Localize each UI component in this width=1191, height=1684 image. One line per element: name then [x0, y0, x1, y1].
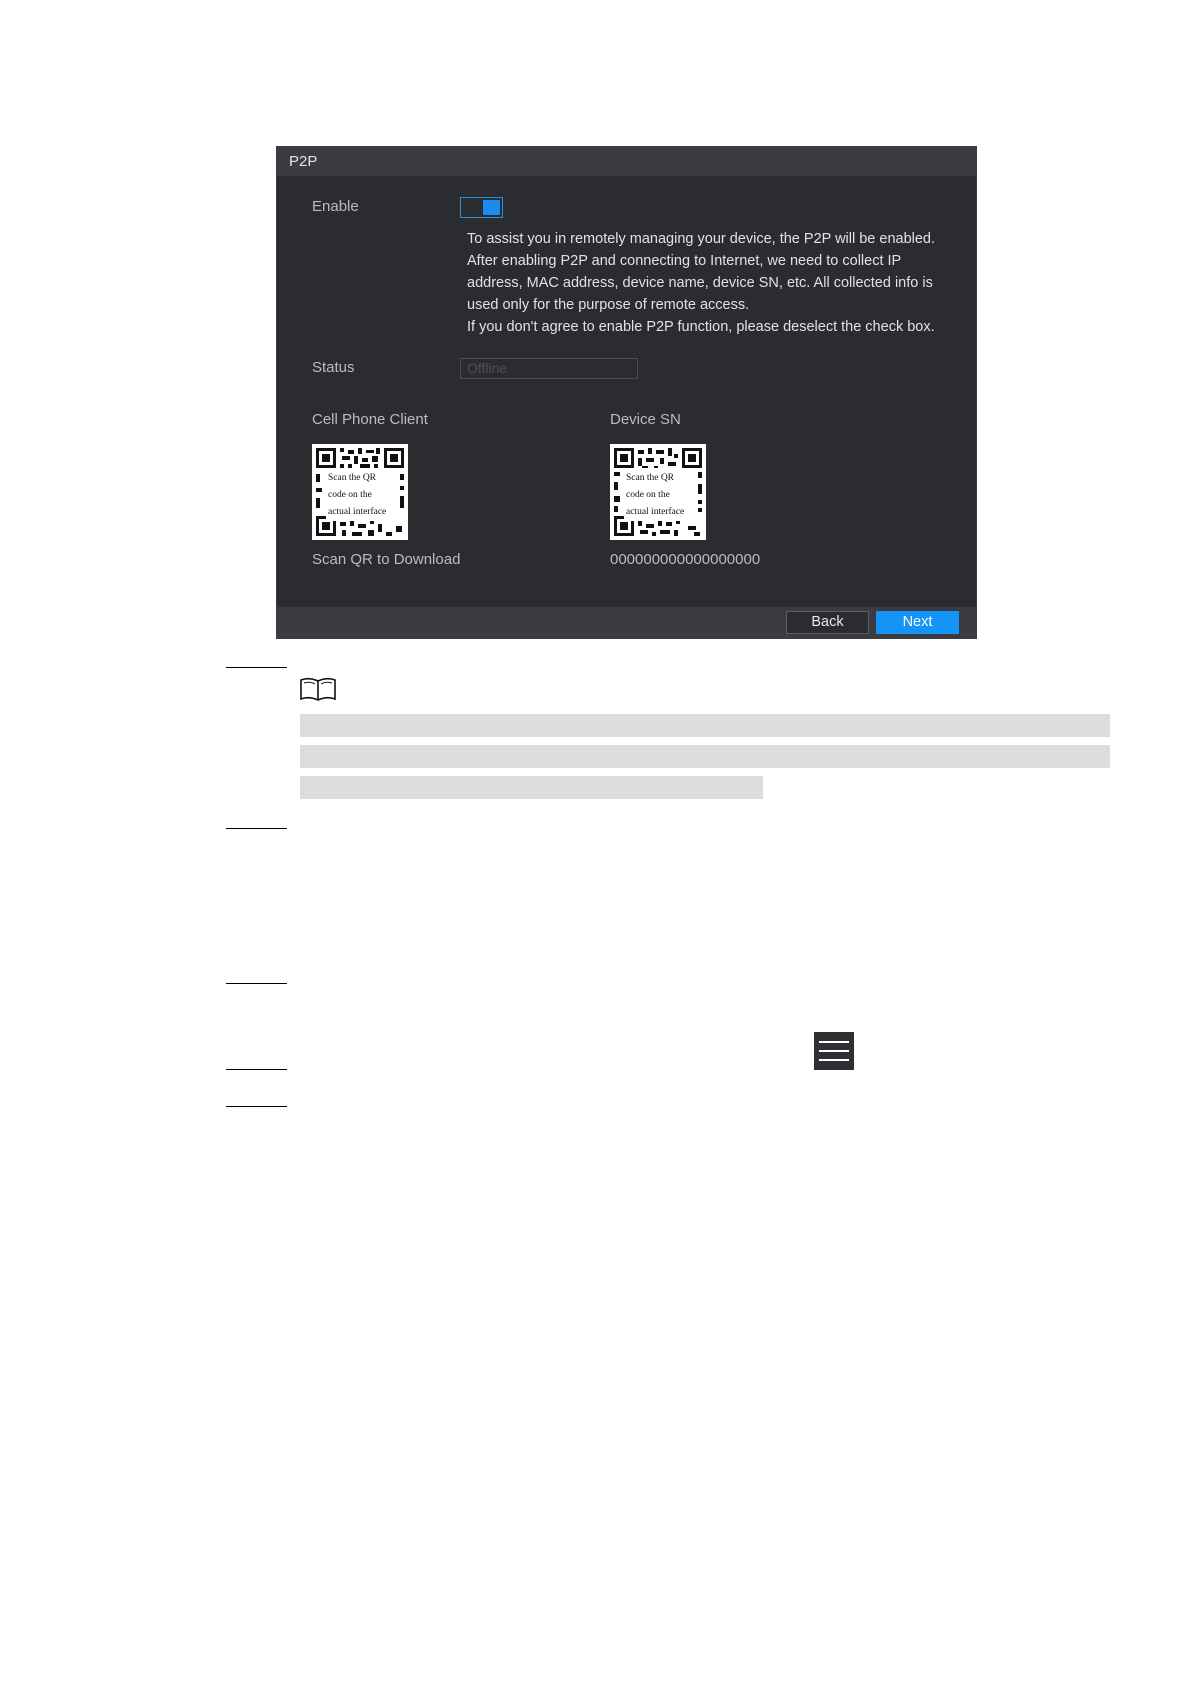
- qr-placeholder-note: Scan the QR code on the actual interface: [326, 470, 400, 521]
- qr-placeholder-note: Scan the QR code on the actual interface: [624, 470, 698, 521]
- info-line: used only for the purpose of remote acce…: [467, 297, 750, 313]
- qr-note-line: code on the: [328, 490, 372, 500]
- dialog-title: P2P: [277, 147, 976, 176]
- enable-toggle[interactable]: [460, 197, 503, 218]
- cell-phone-client-label: Cell Phone Client: [312, 411, 428, 428]
- book-icon: [300, 677, 336, 701]
- qr-note-line: Scan the QR: [626, 473, 675, 483]
- qr-note-line: code on the: [626, 490, 670, 500]
- dialog-footer: Back Next: [277, 607, 976, 638]
- info-line: If you don't agree to enable P2P functio…: [467, 319, 935, 335]
- hamburger-menu-icon: [814, 1032, 854, 1070]
- p2p-info-text: To assist you in remotely managing your …: [467, 228, 947, 338]
- next-button[interactable]: Next: [876, 611, 959, 634]
- qr-note-line: actual interface: [328, 507, 387, 517]
- note-text-highlight: [300, 745, 1110, 768]
- qr-note-line: actual interface: [626, 507, 685, 517]
- step-marker-line: [226, 983, 287, 984]
- scan-qr-caption: Scan QR to Download: [312, 551, 461, 568]
- device-sn-label: Device SN: [610, 411, 681, 428]
- qr-note-line: Scan the QR: [328, 473, 377, 483]
- info-line: address, MAC address, device name, devic…: [467, 275, 933, 291]
- device-sn-value: 000000000000000000: [610, 551, 761, 568]
- device-sn-qr-code: Scan the QR code on the actual interface: [610, 444, 706, 540]
- status-label: Status: [312, 359, 355, 376]
- info-line: After enabling P2P and connecting to Int…: [467, 253, 902, 269]
- info-line: To assist you in remotely managing your …: [467, 231, 936, 247]
- p2p-dialog: P2P Enable To assist you in remotely man…: [276, 146, 977, 639]
- note-text-highlight: [300, 714, 1110, 737]
- step-marker-line: [226, 667, 287, 668]
- note-text-highlight: [300, 776, 763, 799]
- toggle-knob: [483, 200, 500, 215]
- step-marker-line: [226, 828, 287, 829]
- status-field: Offline: [460, 358, 638, 379]
- back-button[interactable]: Back: [786, 611, 869, 634]
- cell-phone-client-qr-code: Scan the QR code on the actual interface: [312, 444, 408, 540]
- enable-label: Enable: [312, 198, 359, 215]
- step-marker-line: [226, 1106, 287, 1107]
- step-marker-line: [226, 1069, 287, 1070]
